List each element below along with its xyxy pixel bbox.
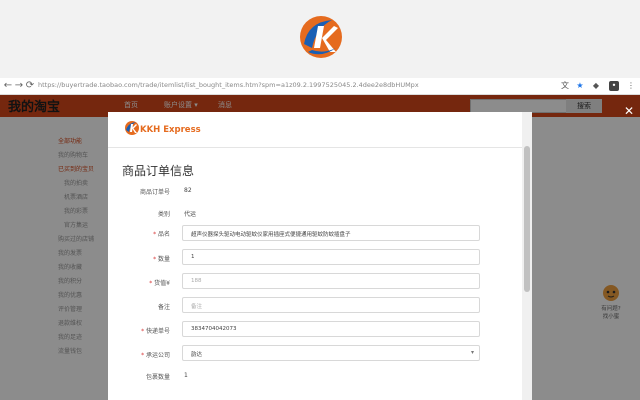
label-category: 类别 bbox=[157, 211, 170, 218]
promo-header bbox=[0, 0, 640, 78]
chevron-down-icon: ▾ bbox=[470, 349, 474, 356]
divider bbox=[108, 147, 522, 148]
brand-name: KKH Express bbox=[140, 125, 201, 135]
dialog-title: 商品订单信息 bbox=[122, 164, 195, 178]
scrollbar-thumb[interactable] bbox=[524, 146, 530, 292]
order-info-dialog: KKH Express 商品订单信息 商品订单号 82 类别 代运 * 品名 超… bbox=[108, 112, 532, 400]
label-product-name: * 品名 bbox=[153, 231, 170, 238]
remarks-placeholder: 备注 bbox=[191, 304, 203, 310]
product-name-text: 超声仪器探头驱动电动驱蚊仪家用插座式便捷通用驱蚊防蚊插盘子 bbox=[191, 232, 351, 238]
carrier-select[interactable]: 韵达 ▾ bbox=[182, 345, 480, 361]
kkh-small-logo-icon bbox=[125, 121, 139, 135]
package-count-value: 1 bbox=[184, 372, 188, 379]
label-tracking-number: * 快递单号 bbox=[141, 328, 170, 335]
label-carrier: * 承运公司 bbox=[141, 352, 170, 359]
kkh-logo-icon bbox=[300, 16, 342, 58]
profile-icon[interactable]: • bbox=[609, 81, 619, 91]
goods-value-text: 188 bbox=[191, 278, 202, 284]
order-id-value: 82 bbox=[184, 187, 192, 194]
quantity-text: 1 bbox=[191, 254, 195, 260]
address-bar[interactable]: https://buyertrade.taobao.com/trade/item… bbox=[38, 81, 419, 89]
goods-value-input[interactable]: 188 bbox=[182, 273, 480, 289]
translate-icon[interactable]: 文 bbox=[560, 81, 570, 91]
label-goods-value: * 货值¥ bbox=[149, 280, 170, 287]
close-icon[interactable]: ✕ bbox=[622, 104, 636, 118]
carrier-selected-value: 韵达 bbox=[191, 352, 203, 358]
extension-icon[interactable]: ◆ bbox=[591, 81, 601, 91]
product-name-input[interactable]: 超声仪器探头驱动电动驱蚊仪家用插座式便捷通用驱蚊防蚊插盘子 bbox=[182, 225, 480, 241]
label-remarks: 备注 bbox=[157, 304, 170, 311]
label-quantity: * 数量 bbox=[153, 256, 170, 263]
label-order-id: 商品订单号 bbox=[139, 189, 170, 196]
category-value: 代运 bbox=[184, 211, 197, 218]
remarks-input[interactable]: 备注 bbox=[182, 297, 480, 313]
tracking-number-input[interactable]: 3834704042073 bbox=[182, 321, 480, 337]
reload-icon[interactable]: ⟳ bbox=[24, 80, 36, 92]
dialog-scrollbar[interactable] bbox=[522, 112, 532, 400]
tracking-number-text: 3834704042073 bbox=[191, 326, 237, 332]
browser-toolbar: ← → ⟳ https://buyertrade.taobao.com/trad… bbox=[0, 78, 640, 95]
quantity-input[interactable]: 1 bbox=[182, 249, 480, 265]
menu-icon[interactable]: ⋮ bbox=[626, 81, 636, 91]
label-package-count: 包裹数量 bbox=[145, 374, 170, 381]
bookmark-star-icon[interactable]: ★ bbox=[575, 81, 585, 91]
